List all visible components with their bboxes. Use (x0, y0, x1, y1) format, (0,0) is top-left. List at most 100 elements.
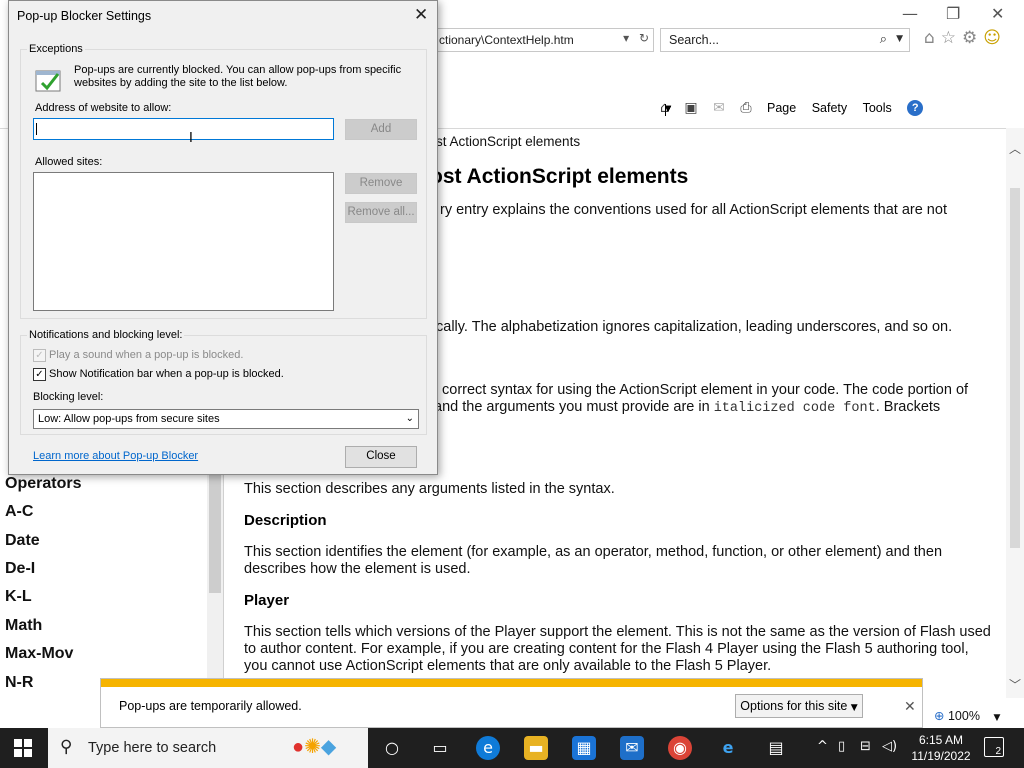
dialog-close-icon[interactable]: ✕ (414, 5, 428, 25)
alphabetization-paragraph: cally. The alphabetization ignores capit… (436, 319, 953, 335)
nav-item-math[interactable]: Math (5, 617, 42, 635)
mail-icon: ✉ (713, 100, 725, 116)
smiley-icon[interactable]: ☺ (983, 28, 1001, 48)
favorites-star-icon[interactable]: ☆ (941, 28, 956, 48)
popup-blocker-icon (35, 70, 61, 92)
notifications-label: Notifications and blocking level: (27, 329, 185, 341)
window-close-icon[interactable]: ✕ (991, 4, 1004, 23)
text-caret (36, 123, 37, 135)
search-placeholder: Search... (669, 33, 720, 47)
volume-icon[interactable]: ◁) (882, 739, 897, 754)
widgets-icon[interactable]: ▭ (428, 736, 452, 760)
scroll-down-icon[interactable]: ﹀ (1009, 676, 1021, 693)
code-font-sample: italicized code font (713, 401, 876, 416)
toolbar-icons: ⌂ ☆ ⚙ ☺ (924, 28, 1007, 48)
content-scrollbar-thumb[interactable] (1010, 188, 1020, 548)
zoom-control[interactable]: ⊕ 100% ▼ (934, 708, 1000, 723)
intro-paragraph: ry entry explains the conventions used f… (440, 202, 947, 218)
safety-menu[interactable]: Safety ▼ (665, 101, 848, 116)
refresh-icon[interactable]: ↻ (639, 31, 649, 45)
nav-item-k-l[interactable]: K-L (5, 588, 32, 606)
read-mail-button[interactable]: ✉ (713, 100, 725, 116)
syntax-paragraph-line1: correct syntax for using the ActionScrip… (442, 382, 969, 398)
clock[interactable]: 6:15 AM 11/19/2022 (905, 732, 977, 764)
rss-icon: ▣ (684, 100, 698, 116)
store-icon[interactable]: ▦ (572, 736, 596, 760)
tools-menu[interactable]: Tools ▼ (665, 101, 892, 116)
options-for-site-button[interactable]: Options for this site ▼ (735, 694, 863, 718)
nav-item-de-i[interactable]: De-I (5, 560, 35, 578)
address-dropdown-icon[interactable]: ▾ (623, 31, 629, 45)
clock-time: 6:15 AM (918, 733, 964, 747)
nav-item-a-c[interactable]: A-C (5, 503, 33, 521)
learn-more-link[interactable]: Learn more about Pop-up Blocker (33, 450, 198, 462)
blocking-level-label: Blocking level: (33, 391, 104, 403)
notification-message: Pop-ups are temporarily allowed. (119, 699, 302, 713)
taskbar: ⚲ Type here to search ●✺◆ ○ ▭ e ▬ ▦ ✉ ◉ … (0, 728, 1024, 768)
gear-icon[interactable]: ⚙ (962, 28, 977, 48)
scroll-up-icon[interactable]: ︿ (1009, 140, 1021, 157)
nav-item-max-mov[interactable]: Max-Mov (5, 645, 73, 663)
dialog-title: Pop-up Blocker Settings (17, 9, 152, 23)
description-paragraph: This section identifies the element (for… (244, 544, 943, 577)
minimize-icon[interactable]: — (902, 4, 918, 23)
file-explorer-icon[interactable]: ▬ (524, 736, 548, 760)
task-view-icon[interactable]: ○ (380, 736, 404, 760)
feeds-button[interactable]: ▣ ▼ (665, 100, 698, 116)
home-icon[interactable]: ⌂ (924, 28, 935, 48)
address-input[interactable] (33, 118, 334, 140)
start-button[interactable] (14, 739, 32, 757)
help-button[interactable]: ? ▼ (665, 100, 924, 116)
content-breadcrumb: st ActionScript elements (436, 134, 581, 149)
address-bar[interactable]: ctionary\ContextHelp.htm ▾ ↻ (420, 28, 654, 52)
popup-blocker-dialog: Pop-up Blocker Settings ✕ Exceptions Pop… (8, 0, 438, 475)
chrome-icon[interactable]: ◉ (668, 736, 692, 760)
tray-chevron-icon[interactable]: ^ (817, 739, 828, 754)
address-text: ctionary\ContextHelp.htm (439, 33, 574, 47)
content-scrollbar[interactable]: ︿ ﹀ (1006, 128, 1024, 698)
safety-menu-label: Safety (811, 101, 848, 115)
syntax-paragraph-line2: and the arguments you must provide are i… (434, 399, 941, 416)
search-input[interactable]: Search... ⌕ ▼ (660, 28, 910, 52)
network-icon[interactable]: ⊟ (860, 739, 871, 754)
print-button[interactable]: ⎙ ▼ (665, 100, 752, 116)
play-sound-label: Play a sound when a pop-up is blocked. (49, 349, 244, 361)
help-icon: ? (907, 100, 924, 116)
show-notification-bar-label: Show Notification bar when a pop-up is b… (49, 368, 284, 380)
address-label: Address of website to allow: (35, 102, 172, 114)
search-highlight-icon: ●✺◆ (292, 736, 337, 758)
internet-explorer-icon[interactable]: e (716, 736, 740, 760)
nav-item-date[interactable]: Date (5, 532, 40, 550)
blocking-level-value: Low: Allow pop-ups from secure sites (38, 413, 220, 425)
chevron-down-icon: ⌄ (405, 413, 414, 424)
show-notification-bar-checkbox[interactable]: ✓ (33, 368, 46, 381)
notification-center-icon[interactable]: 2 (984, 737, 1004, 757)
play-sound-checkbox[interactable]: ✓ (33, 349, 46, 362)
remove-button[interactable]: Remove (345, 173, 417, 194)
nav-item-n-r[interactable]: N-R (5, 674, 33, 692)
search-dropdown-icon[interactable]: ▼ (896, 34, 903, 44)
blocking-level-select[interactable]: Low: Allow pop-ups from secure sites ⌄ (33, 409, 419, 429)
close-button[interactable]: Close (345, 446, 417, 468)
restore-icon[interactable]: ❐ (946, 4, 960, 23)
exceptions-label: Exceptions (27, 43, 85, 55)
mail-icon[interactable]: ✉ (620, 736, 644, 760)
taskbar-search[interactable]: ⚲ Type here to search ●✺◆ (48, 728, 368, 768)
tools-menu-label: Tools (862, 101, 892, 115)
edge-icon[interactable]: e (476, 736, 500, 760)
tray-device-icon[interactable]: ▯ (838, 739, 845, 754)
allowed-sites-list[interactable] (33, 172, 334, 311)
page-menu[interactable]: Page ▼ (665, 101, 796, 116)
app-icon[interactable]: ▤ (764, 736, 788, 760)
search-icon: ⚲ (60, 737, 73, 757)
notification-close-icon[interactable]: ✕ (904, 699, 916, 715)
allowed-sites-label: Allowed sites: (35, 156, 103, 168)
zoom-dropdown-icon: ▼ (993, 713, 1001, 723)
search-icon[interactable]: ⌕ (880, 32, 887, 47)
remove-all-button[interactable]: Remove all... (345, 202, 417, 223)
content-heading: ost ActionScript elements (430, 165, 689, 188)
nav-item-operators[interactable]: Operators (5, 475, 81, 493)
command-bar: ⌂▼ ▣▼ ✉ ⎙▼ Page▼ Safety▼ Tools▼ ?▼ (660, 100, 935, 126)
add-button[interactable]: Add (345, 119, 417, 140)
player-paragraph: This section tells which versions of the… (244, 624, 991, 674)
